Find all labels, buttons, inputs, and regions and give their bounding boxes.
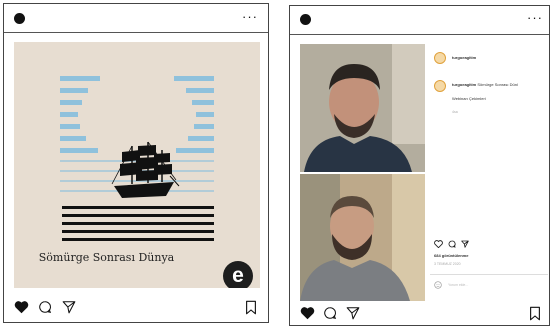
more-icon[interactable]: ···	[527, 11, 543, 24]
post-action-bar	[4, 298, 268, 318]
comment-icon[interactable]	[323, 306, 337, 320]
send-icon[interactable]	[62, 300, 76, 314]
comment-panel: turgoeagitim turgoeagitim Sömürge Sonras…	[430, 44, 548, 300]
heart-outline-icon[interactable]	[434, 240, 443, 248]
stripe	[186, 88, 214, 93]
stripe	[174, 76, 214, 81]
stripe	[60, 112, 78, 117]
poster-title: Sömürge Sonrası Dünya	[38, 251, 175, 264]
stripe	[60, 136, 86, 141]
send-icon[interactable]	[346, 306, 360, 320]
video-frame-bottom[interactable]	[300, 174, 425, 301]
comment-username[interactable]: turgoeagitim	[452, 82, 476, 87]
stripe	[62, 206, 214, 209]
post-action-bar	[290, 303, 549, 323]
emoji-icon[interactable]	[434, 281, 442, 289]
view-count: 684 görüntülenme	[434, 253, 469, 258]
heart-filled-icon[interactable]	[300, 306, 315, 320]
instagram-post-right: ··· turgoeagitim turgoeagitim Sömürge So…	[289, 5, 550, 326]
instagram-post-left: ··· Sömürge Sonrası Dünya e	[3, 3, 269, 323]
post-image[interactable]: Sömürge Sonrası Dünya e	[14, 42, 260, 288]
video-frame-top[interactable]	[300, 44, 425, 172]
person-video-top	[300, 44, 425, 172]
stripe	[196, 112, 214, 117]
sailing-ship-icon	[111, 141, 180, 198]
post-header: ···	[4, 4, 268, 32]
brand-logo-letter: e	[232, 264, 244, 287]
avatar-dot[interactable]	[14, 13, 25, 24]
stripe	[192, 100, 214, 105]
stripe	[60, 88, 88, 93]
post-timestamp: 3 TEMMUZ 2020	[434, 262, 461, 266]
stripe	[194, 124, 214, 129]
comment-meta: 4sa	[452, 110, 458, 114]
person-video-bottom	[300, 174, 425, 301]
comment-icon[interactable]	[448, 240, 456, 248]
stripe	[176, 148, 214, 153]
header-divider	[4, 32, 268, 33]
commenter-avatar[interactable]	[434, 80, 446, 92]
comment-icon[interactable]	[38, 300, 52, 314]
more-icon[interactable]: ···	[242, 10, 258, 23]
stripe	[62, 222, 214, 225]
bookmark-icon[interactable]	[529, 306, 541, 321]
brand-logo: e	[223, 261, 253, 288]
heart-filled-icon[interactable]	[14, 300, 29, 314]
bookmark-icon[interactable]	[245, 300, 257, 315]
stripe	[62, 214, 214, 217]
stripe	[188, 136, 214, 141]
send-icon[interactable]	[461, 240, 469, 248]
comment-text: turgoeagitim Sömürge Sonrası Dünl	[452, 82, 548, 88]
caption-username[interactable]: turgoeagitim	[452, 55, 476, 61]
commenter-avatar[interactable]	[434, 52, 446, 64]
comment-body-line2: Webinarı Çekimleri	[452, 96, 486, 101]
post-header: ···	[290, 6, 549, 34]
add-comment-input[interactable]: Yorum ekle...	[448, 283, 468, 287]
stripe	[60, 100, 82, 105]
header-divider	[290, 34, 549, 35]
comment-divider	[430, 274, 548, 275]
stripe	[60, 124, 80, 129]
stripe	[62, 238, 214, 241]
stripe	[60, 148, 98, 153]
avatar-dot[interactable]	[300, 14, 311, 25]
comment-body: Sömürge Sonrası Dünl	[477, 82, 518, 87]
stripe	[62, 230, 214, 233]
stripe	[60, 76, 100, 81]
